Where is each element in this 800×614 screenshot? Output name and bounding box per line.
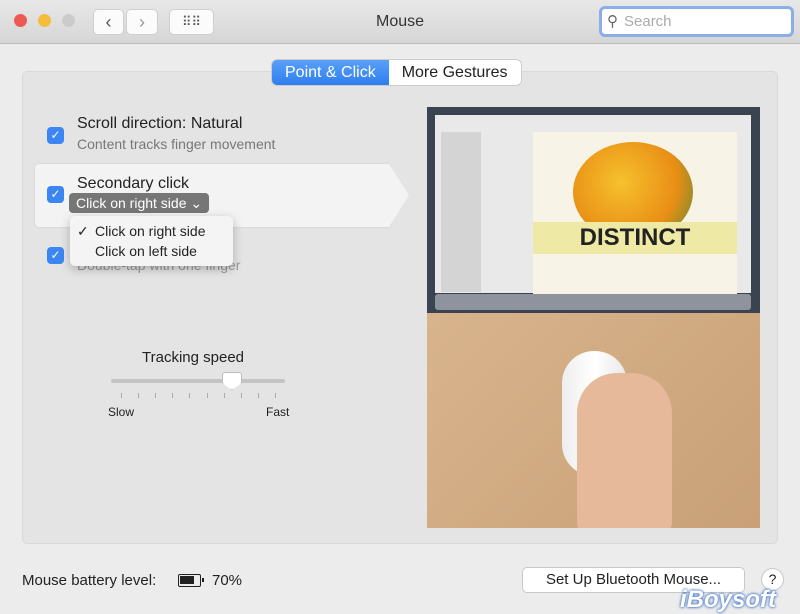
- slow-label: Slow: [108, 405, 135, 419]
- battery-label: Mouse battery level:: [22, 572, 157, 589]
- checkmark-icon: ✓: [77, 223, 89, 239]
- slider-tick: [138, 393, 140, 398]
- preview-document: DISTINCT: [533, 132, 737, 294]
- menu-item-left-side[interactable]: Click on left side: [70, 241, 233, 261]
- hand: [577, 373, 672, 528]
- highlight-arrow: [389, 164, 409, 227]
- preview-doc-title: DISTINCT: [533, 222, 737, 254]
- title-bar: ‹ › ⠿⠿ Mouse ⚲ Search: [0, 0, 800, 44]
- secondary-click-dropdown[interactable]: Click on right side ⌄: [69, 193, 210, 213]
- tracking-speed-slider[interactable]: [111, 379, 285, 383]
- slider-tick: [257, 393, 259, 398]
- search-placeholder: Search: [624, 13, 672, 30]
- preview-screen: DISTINCT: [427, 107, 760, 313]
- slider-tick: [240, 393, 242, 398]
- dropdown-value: Click on right side: [76, 195, 187, 211]
- tab-bar: Point & Click More Gestures: [272, 60, 521, 85]
- tab-more-gestures[interactable]: More Gestures: [388, 60, 521, 85]
- slider-tick: [206, 393, 208, 398]
- scroll-direction-label: Scroll direction: Natural: [77, 115, 243, 132]
- secondary-click-checkbox[interactable]: ✓: [47, 186, 64, 203]
- slider-tick: [155, 393, 157, 398]
- menu-item-label: Click on right side: [95, 223, 206, 239]
- slider-tick: [275, 393, 276, 398]
- scroll-direction-checkbox[interactable]: ✓: [47, 127, 64, 144]
- watermark-logo: iBoysoft: [680, 586, 776, 613]
- chevron-down-icon: ⌄: [190, 195, 203, 211]
- scroll-direction-description: Content tracks finger movement: [77, 136, 276, 152]
- menu-item-right-side[interactable]: ✓ Click on right side: [70, 221, 233, 241]
- preview-dock: [435, 294, 751, 310]
- battery-icon: [178, 574, 204, 587]
- menu-item-label: Click on left side: [95, 243, 197, 259]
- slider-tick: [172, 393, 174, 398]
- battery-value: 70%: [212, 572, 243, 589]
- slider-tick: [121, 393, 122, 398]
- tab-point-click[interactable]: Point & Click: [272, 60, 389, 85]
- search-input[interactable]: ⚲ Search: [599, 6, 794, 37]
- slider-tick: [189, 393, 191, 398]
- preview-video: DISTINCT: [427, 107, 760, 528]
- preview-desk: [427, 313, 760, 528]
- secondary-click-menu: ✓ Click on right side Click on left side: [70, 216, 233, 266]
- search-icon: ⚲: [607, 13, 618, 30]
- tracking-speed-title: Tracking speed: [142, 349, 244, 366]
- fast-label: Fast: [266, 405, 290, 419]
- slider-tick: [223, 393, 225, 398]
- smart-zoom-checkbox[interactable]: ✓: [47, 247, 64, 264]
- secondary-click-label: Secondary click: [77, 175, 190, 192]
